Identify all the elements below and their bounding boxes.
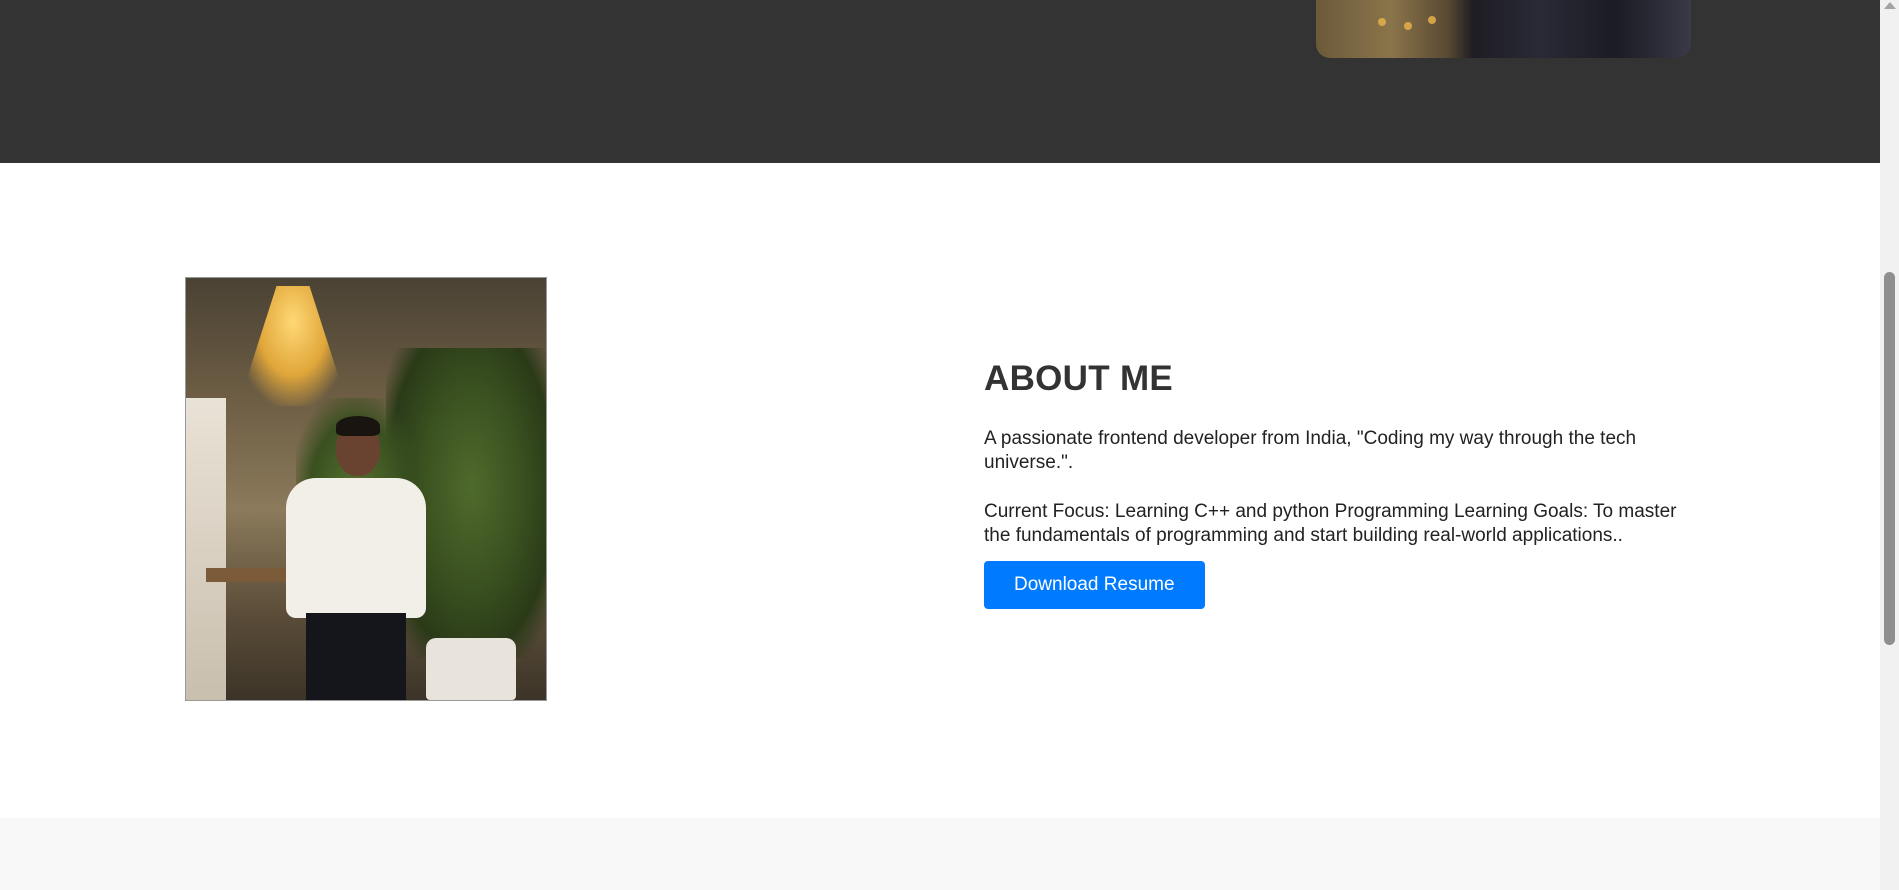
- scrollbar-thumb[interactable]: [1884, 272, 1895, 645]
- scroll-up-arrow-icon[interactable]: [1884, 2, 1896, 9]
- about-title: ABOUT ME: [984, 359, 1174, 398]
- about-focus: Current Focus: Learning C++ and python P…: [984, 501, 1677, 546]
- hero-photo: [1316, 0, 1691, 58]
- portfolio-page: ABOUT ME A passionate frontend developer…: [0, 0, 1899, 890]
- about-intro: A passionate frontend developer from Ind…: [984, 428, 1637, 473]
- hero-section: [0, 0, 1880, 163]
- profile-photo: [185, 277, 547, 701]
- about-content: ABOUT ME A passionate frontend developer…: [984, 359, 1684, 609]
- about-section: ABOUT ME A passionate frontend developer…: [0, 163, 1880, 818]
- next-section: [0, 818, 1880, 890]
- page-scrollbar[interactable]: [1880, 0, 1899, 890]
- download-resume-button[interactable]: Download Resume: [984, 561, 1205, 609]
